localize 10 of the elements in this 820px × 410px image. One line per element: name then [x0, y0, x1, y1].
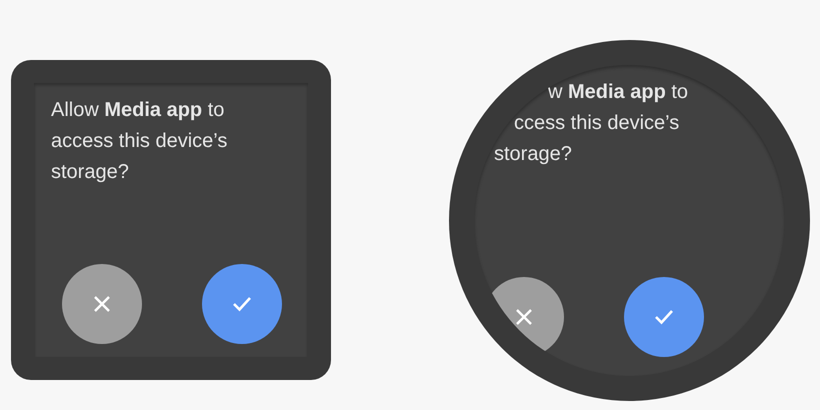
message-text: w Media app to: [548, 80, 688, 105]
message-text: access this device’s: [51, 129, 228, 154]
message-text: storage?: [51, 160, 130, 185]
message-text: Allow Media app to: [51, 98, 226, 123]
close-icon: [93, 295, 111, 313]
check-icon: [232, 296, 252, 312]
message-text: ccess this device’s: [514, 111, 680, 136]
message-text: storage?: [494, 142, 573, 167]
check-icon: [654, 309, 674, 325]
close-icon: [515, 308, 533, 326]
